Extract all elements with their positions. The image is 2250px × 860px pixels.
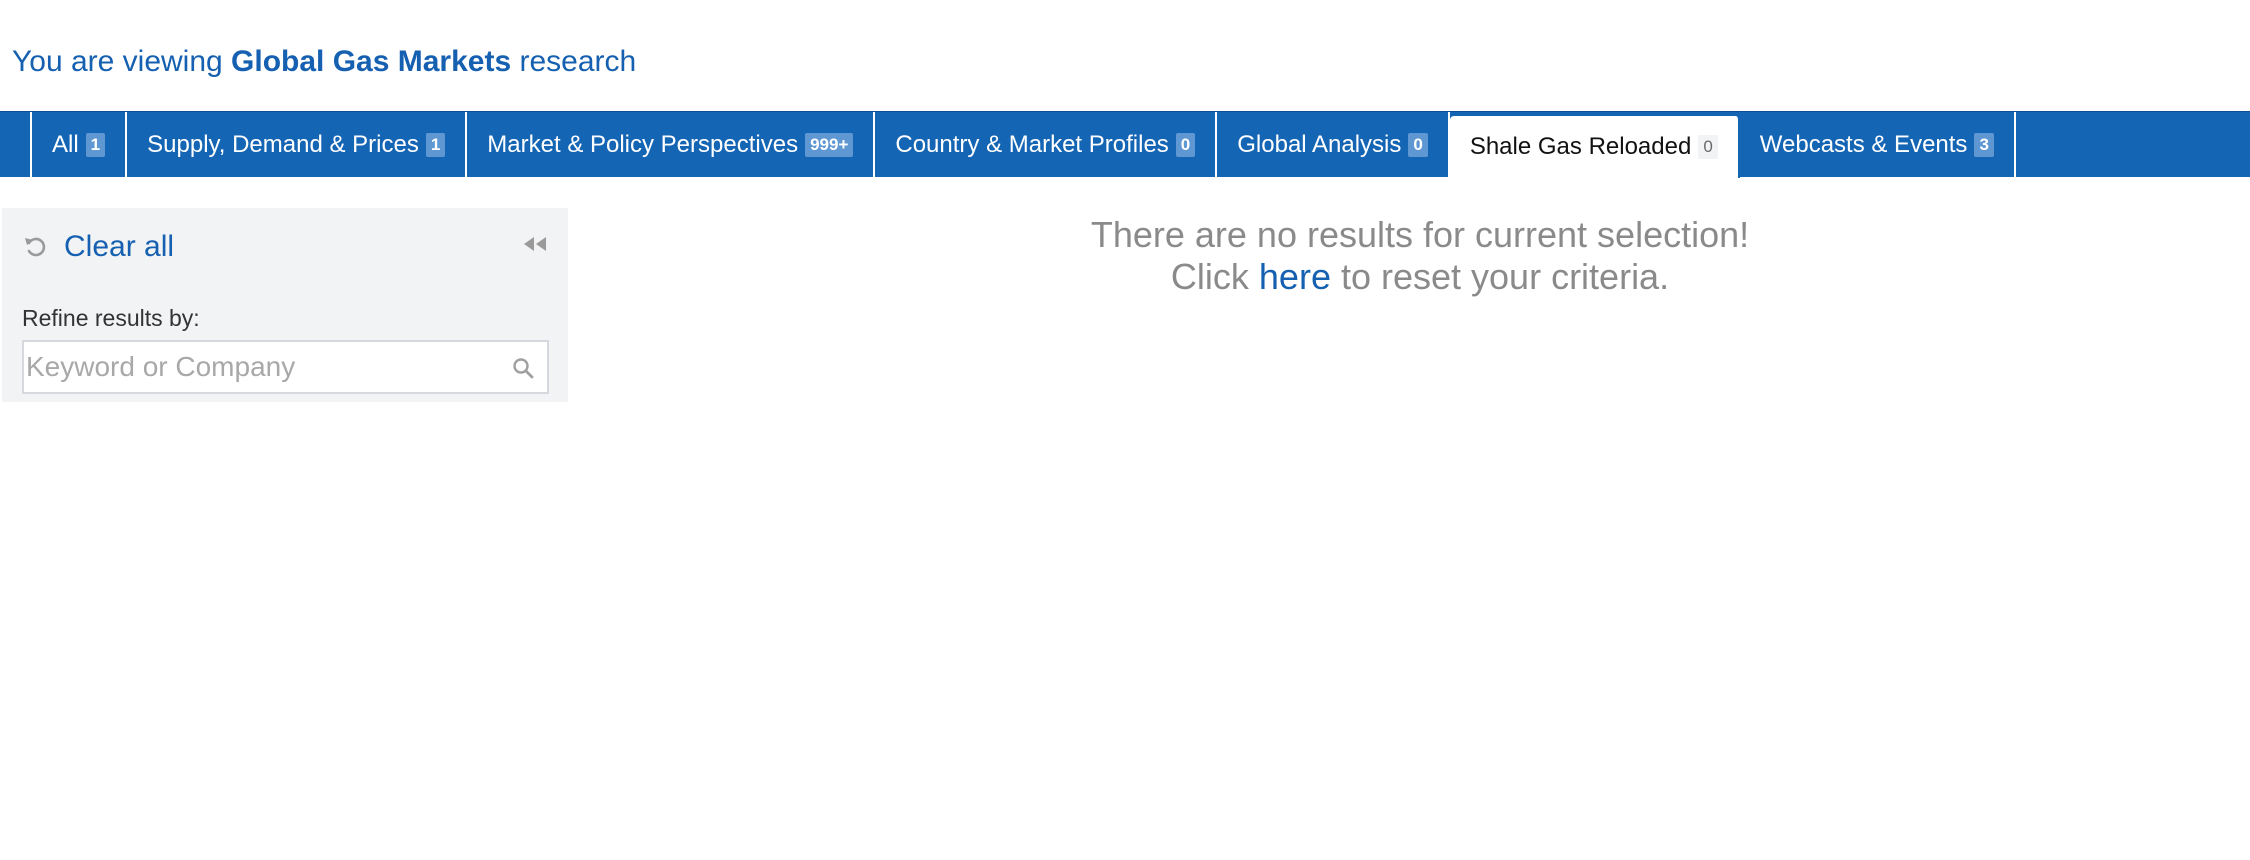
tab-label: Webcasts & Events <box>1759 130 1968 158</box>
tab-count-badge: 1 <box>85 132 106 157</box>
tab-count-badge: 1 <box>425 132 446 157</box>
tab-webcasts-events[interactable]: Webcasts & Events 3 <box>1740 112 2016 177</box>
tab-label: Supply, Demand & Prices <box>147 130 419 158</box>
clear-all-label: Clear all <box>64 230 175 263</box>
reset-criteria-link[interactable]: here <box>1259 256 1331 297</box>
reset-criteria-line: Click here to reset your criteria. <box>820 256 2020 298</box>
tab-global-analysis[interactable]: Global Analysis 0 <box>1217 112 1450 177</box>
tab-shale-gas-reloaded[interactable]: Shale Gas Reloaded 0 <box>1449 116 1740 178</box>
no-results-line: There are no results for current selecti… <box>1090 214 1750 255</box>
refresh-icon <box>24 235 48 259</box>
tab-count-badge: 0 <box>1408 132 1428 157</box>
clear-all-button[interactable]: Clear all <box>24 230 174 264</box>
page-title: You are viewing Global Gas Markets resea… <box>12 44 636 80</box>
double-chevron-left-icon[interactable] <box>522 234 548 254</box>
tab-label: Shale Gas Reloaded <box>1469 133 1692 160</box>
tab-supply-demand-prices[interactable]: Supply, Demand & Prices 1 <box>127 112 468 177</box>
tab-label: Country & Market Profiles <box>895 130 1169 158</box>
tab-list: All 1 Supply, Demand & Prices 1 Market &… <box>32 112 2016 178</box>
tab-count-badge: 3 <box>1974 132 1994 157</box>
no-results-message: There are no results for current selecti… <box>820 214 2020 298</box>
tab-country-market-profiles[interactable]: Country & Market Profiles 0 <box>875 112 1218 177</box>
tab-all[interactable]: All 1 <box>32 112 128 177</box>
tab-count-badge: 0 <box>1698 135 1718 159</box>
tab-label: Market & Policy Perspectives <box>487 130 799 158</box>
reset-suffix: to reset your criteria. <box>1330 256 1670 297</box>
page-title-emphasis: Global Gas Markets <box>231 45 512 78</box>
search-icon[interactable] <box>511 356 535 380</box>
keyword-search-box <box>22 340 549 394</box>
page-title-suffix: research <box>511 45 637 78</box>
tab-count-badge: 999+ <box>805 132 854 157</box>
filter-sidebar: Clear all Refine results by: <box>2 208 568 402</box>
tab-bar-cap <box>0 112 32 177</box>
refine-results-label: Refine results by: <box>22 305 200 331</box>
tab-market-policy-perspectives[interactable]: Market & Policy Perspectives 999+ <box>467 112 876 177</box>
category-tab-bar: All 1 Supply, Demand & Prices 1 Market &… <box>0 111 2250 178</box>
page-title-prefix: You are viewing <box>12 45 232 78</box>
tab-label: All <box>52 130 79 158</box>
keyword-search-input[interactable] <box>24 342 484 392</box>
tab-count-badge: 0 <box>1175 132 1196 157</box>
reset-prefix: Click <box>1170 256 1259 297</box>
tab-label: Global Analysis <box>1237 130 1402 158</box>
